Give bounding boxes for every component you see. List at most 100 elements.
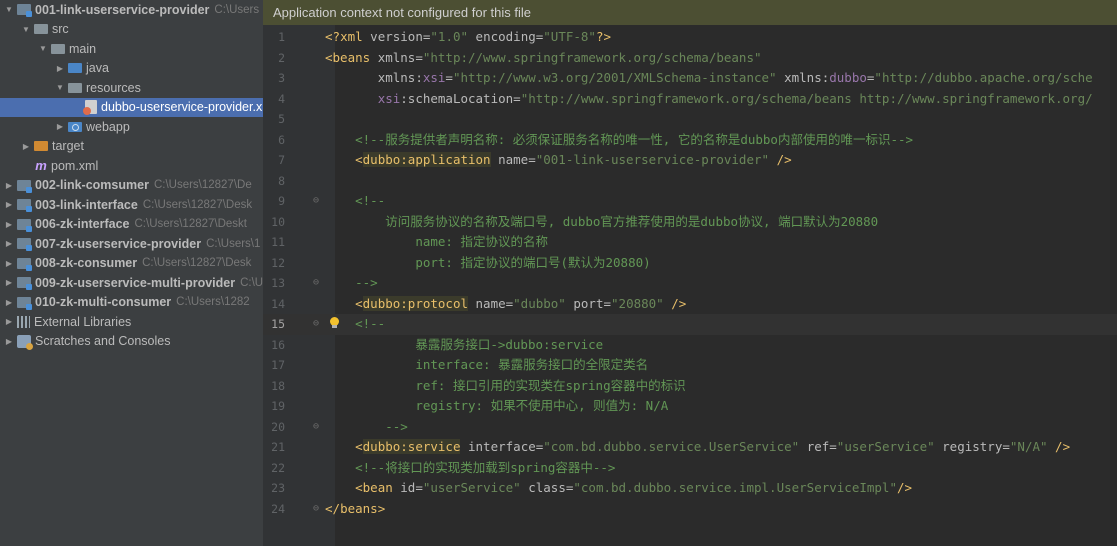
code-token: "userService": [836, 439, 943, 454]
tree-item-path: C:\Users\12827\Deskt: [134, 218, 248, 231]
tree-item-label: resources: [86, 80, 141, 95]
chevron-right-icon[interactable]: ▶: [4, 317, 14, 326]
project-tree[interactable]: ▼ 001-link-userservice-provider C:\Users ▼ s…: [0, 0, 263, 546]
tree-item[interactable]: ▶ webapp: [0, 117, 263, 137]
tree-item[interactable]: ▶ 009-zk-userservice-multi-provider C:\U: [0, 273, 263, 293]
tree-item[interactable]: ▶ java: [0, 59, 263, 79]
chevron-down-icon[interactable]: ▼: [21, 25, 31, 34]
maven-icon: m: [35, 157, 47, 173]
chevron-right-icon[interactable]: ▶: [4, 181, 14, 190]
code-token: <!--: [355, 193, 386, 208]
code-line[interactable]: 8: [263, 171, 1117, 192]
chevron-right-icon[interactable]: ▶: [4, 337, 14, 346]
code-token: <: [355, 480, 363, 495]
code-token: <!--将接口的实现类加载到spring容器中-->: [355, 459, 616, 475]
chevron-right-icon[interactable]: ▶: [4, 239, 14, 248]
tree-item-label: 002-link-comsumer: [35, 178, 149, 193]
code-token: 暴露服务接口->dubbo:service: [415, 336, 604, 352]
code-line[interactable]: 13 ⊖ -->: [263, 273, 1117, 294]
tree-item[interactable]: ▶ 010-zk-multi-consumer C:\Users\1282: [0, 293, 263, 313]
tree-item[interactable]: ▶ 007-zk-userservice-provider C:\Users\1: [0, 234, 263, 254]
code-token: -->: [385, 418, 408, 434]
chevron-right-icon[interactable]: ▶: [4, 200, 14, 209]
code-line[interactable]: 10 访问服务协议的名称及端口号, dubbo官方推荐使用的是dubbo协议, …: [263, 212, 1117, 233]
code-line[interactable]: 6 <!--服务提供者声明名称: 必须保证服务名称的唯一性, 它的名称是dubb…: [263, 130, 1117, 151]
code-line[interactable]: 2 <beans xmlns="http://www.springframewor…: [263, 48, 1117, 69]
code-line[interactable]: 18 ref: 接口引用的实现类在spring容器中的标识: [263, 376, 1117, 397]
code-editor[interactable]: Application context not configured for t…: [263, 0, 1117, 546]
code-line[interactable]: 14 <dubbo:protocol name="dubbo" port="20…: [263, 294, 1117, 315]
chevron-down-icon[interactable]: ▼: [55, 83, 65, 92]
tree-item[interactable]: ▶mpom.xml: [0, 156, 263, 176]
code-line[interactable]: 3 xmlns:xsi="http://www.w3.org/2001/XMLS…: [263, 68, 1117, 89]
tree-item[interactable]: ▶ External Libraries: [0, 312, 263, 332]
tree-item-label: 003-link-interface: [35, 197, 138, 212]
code-line[interactable]: 7 <dubbo:application name="001-link-user…: [263, 150, 1117, 171]
code-token: "20880": [611, 295, 672, 311]
code-token: "http://www.springframework.org/schema/b…: [422, 49, 762, 65]
tree-item-path: C:\U: [240, 276, 263, 289]
tree-item[interactable]: ▼ 001-link-userservice-provider C:\Users: [0, 0, 263, 20]
chevron-right-icon[interactable]: ▶: [55, 64, 65, 73]
code-token: xml: [340, 29, 371, 44]
code-line[interactable]: 5: [263, 109, 1117, 130]
line-number: 14: [271, 296, 285, 311]
code-line[interactable]: 4 xsi:schemaLocation="http://www.springf…: [263, 89, 1117, 110]
code-token: "http://www.springframework.org/schema/b…: [520, 90, 1093, 106]
fold-open-icon[interactable]: ⊖: [313, 191, 319, 212]
code-line[interactable]: 11 name: 指定协议的名称: [263, 232, 1117, 253]
code-token: "dubbo": [513, 295, 574, 311]
fold-close-icon[interactable]: ⊖: [313, 273, 319, 294]
chevron-right-icon[interactable]: ▶: [55, 122, 65, 131]
code-line[interactable]: 9 ⊖ <!--: [263, 191, 1117, 212]
code-line[interactable]: 17 interface: 暴露服务接口的全限定类名: [263, 355, 1117, 376]
tree-item[interactable]: ▶ Scratches and Consoles: [0, 332, 263, 352]
code-token: name=: [490, 152, 536, 167]
line-number: 22: [271, 460, 285, 475]
fold-close-icon[interactable]: ⊖: [313, 499, 319, 520]
tree-item[interactable]: ▶ 008-zk-consumer C:\Users\12827\Desk: [0, 254, 263, 274]
chevron-right-icon[interactable]: ▶: [4, 220, 14, 229]
code-line[interactable]: 22 <!--将接口的实现类加载到spring容器中-->: [263, 458, 1117, 479]
fold-close-icon[interactable]: ⊖: [313, 417, 319, 438]
code-text: <dubbo:application name="001-link-userse…: [325, 150, 792, 171]
code-text: <dubbo:service interface="com.bd.dubbo.s…: [325, 437, 1070, 458]
tree-item-label: webapp: [86, 119, 130, 134]
fold-open-icon[interactable]: ⊖: [313, 314, 319, 335]
code-token: ref: 接口引用的实现类在spring容器中的标识: [415, 377, 686, 393]
code-line[interactable]: 20 ⊖ -->: [263, 417, 1117, 438]
chevron-right-icon[interactable]: ▶: [4, 259, 14, 268]
tree-item[interactable]: ▶ 006-zk-interface C:\Users\12827\Deskt: [0, 215, 263, 235]
chevron-right-icon[interactable]: ▶: [21, 142, 31, 151]
tree-item[interactable]: ▶ 003-link-interface C:\Users\12827\Desk: [0, 195, 263, 215]
line-number: 20: [271, 419, 285, 434]
code-text: port: 指定协议的端口号(默认为20880): [325, 253, 650, 274]
code-line[interactable]: 12 port: 指定协议的端口号(默认为20880): [263, 253, 1117, 274]
tree-item[interactable]: ▶ target: [0, 137, 263, 157]
code-line[interactable]: 19 registry: 如果不使用中心, 则值为: N/A: [263, 396, 1117, 417]
tree-item[interactable]: ▼ main: [0, 39, 263, 59]
chevron-right-icon[interactable]: ▶: [4, 298, 14, 307]
tree-item[interactable]: ▶dubbo-userservice-provider.xml: [0, 97, 263, 117]
code-token: xsi: [422, 70, 446, 85]
code-text: ref: 接口引用的实现类在spring容器中的标识: [325, 376, 686, 397]
tree-item[interactable]: ▶ 002-link-comsumer C:\Users\12827\De: [0, 176, 263, 196]
tree-item[interactable]: ▼ src: [0, 20, 263, 40]
chevron-down-icon[interactable]: ▼: [4, 5, 14, 14]
chevron-down-icon[interactable]: ▼: [38, 44, 48, 53]
code-line[interactable]: 24 ⊖ </beans>: [263, 499, 1117, 520]
module-icon: [17, 238, 32, 252]
chevron-right-icon[interactable]: ▶: [4, 278, 14, 287]
code-line[interactable]: 21 <dubbo:service interface="com.bd.dubb…: [263, 437, 1117, 458]
code-line[interactable]: 15 ⊖ <!--: [263, 314, 1117, 335]
code-line[interactable]: 16 暴露服务接口->dubbo:service: [263, 335, 1117, 356]
line-number: 16: [271, 337, 285, 352]
tree-item[interactable]: ▼ resources: [0, 78, 263, 98]
line-number: 10: [271, 214, 285, 229]
web-folder-icon: [68, 121, 82, 132]
code-line[interactable]: 1 <?xml version="1.0" encoding="UTF-8"?>: [263, 27, 1117, 48]
code-line[interactable]: 23 <bean id="userService" class="com.bd.…: [263, 478, 1117, 499]
